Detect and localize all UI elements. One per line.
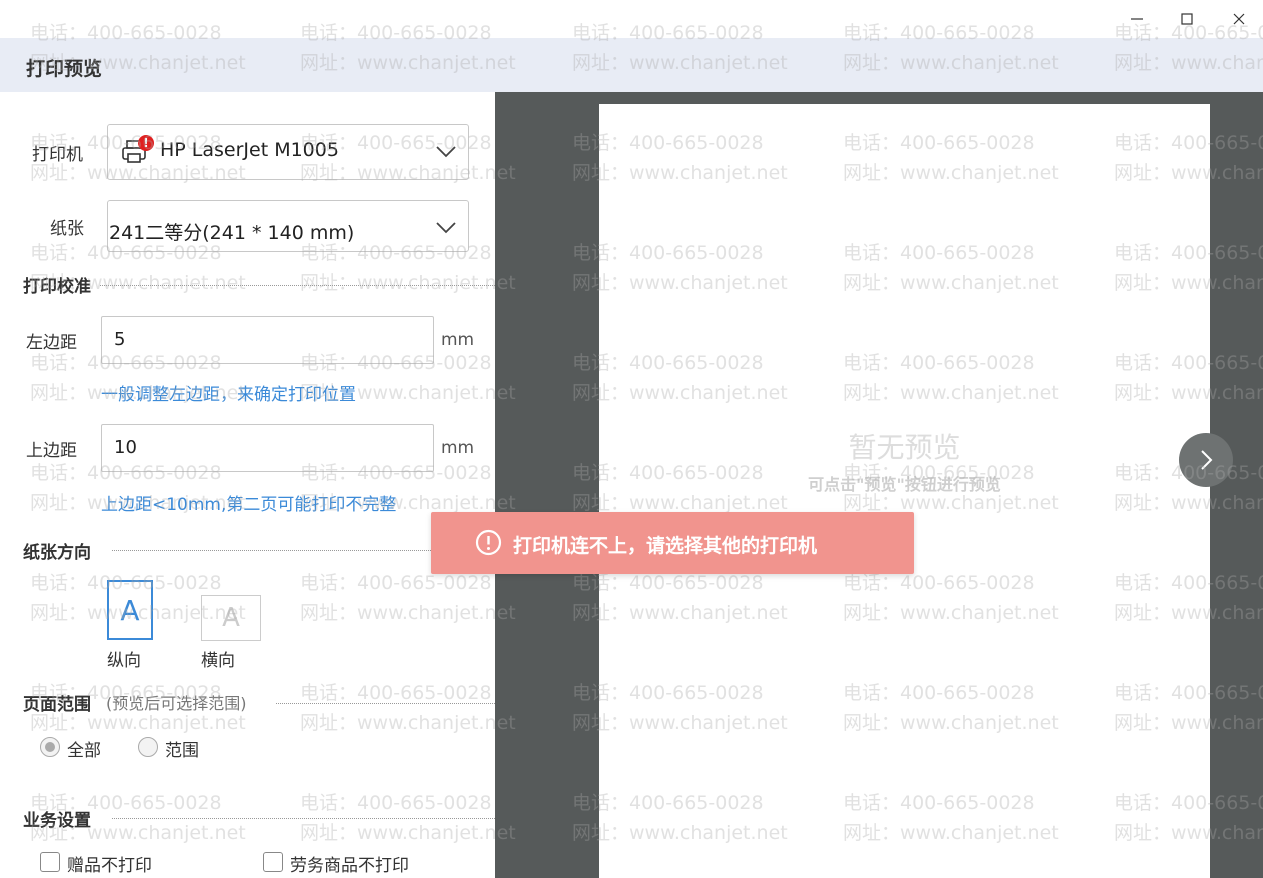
error-toast: 打印机连不上，请选择其他的打印机: [431, 512, 914, 574]
landscape-label: 横向: [201, 651, 235, 671]
section-divider: [100, 285, 495, 286]
top-margin-label: 上边距: [26, 441, 77, 461]
preview-panel: 暂无预览 可点击"预览"按钮进行预览: [495, 92, 1263, 878]
left-margin-input[interactable]: [101, 316, 434, 364]
page-range-section-title: 页面范围: [23, 695, 91, 715]
left-margin-label: 左边距: [26, 333, 77, 353]
radio-dot: [45, 742, 55, 752]
paper-label: 纸张: [50, 219, 84, 239]
gift-no-print-checkbox[interactable]: [40, 852, 60, 872]
next-page-button[interactable]: [1179, 433, 1233, 487]
range-custom-label: 范围: [165, 741, 199, 761]
service-no-print-label: 劳务商品不打印: [290, 856, 409, 876]
settings-panel: 打印机 ! HP LaserJet M1005 纸张 241二等分(241 * …: [0, 92, 495, 878]
range-custom-radio[interactable]: [138, 737, 158, 757]
left-margin-hint: 一般调整左边距，来确定打印位置: [101, 385, 356, 405]
landscape-glyph: A: [222, 603, 240, 633]
portrait-label: 纵向: [107, 651, 141, 671]
alert-circle-icon: [475, 529, 502, 556]
service-no-print-checkbox[interactable]: [263, 852, 283, 872]
top-margin-unit: mm: [441, 438, 475, 458]
printer-error-badge: !: [138, 135, 154, 151]
page-title: 打印预览: [26, 58, 103, 80]
empty-preview-title: 暂无预览: [848, 431, 961, 464]
printer-value: HP LaserJet M1005: [160, 139, 339, 161]
empty-preview-hint: 可点击"预览"按钮进行预览: [808, 475, 1001, 494]
range-all-radio[interactable]: [40, 737, 60, 757]
section-divider: [276, 703, 495, 704]
preview-page: 暂无预览 可点击"预览"按钮进行预览: [599, 104, 1210, 878]
page-range-note: (预览后可选择范围): [106, 694, 247, 713]
close-icon: [1233, 13, 1245, 25]
dialog-header: 打印预览: [0, 38, 1263, 92]
portrait-glyph: A: [120, 593, 140, 627]
maximize-icon: [1181, 13, 1193, 25]
chevron-down-icon: [436, 146, 456, 158]
minimize-icon: [1131, 18, 1143, 20]
top-margin-input[interactable]: [101, 424, 434, 472]
orientation-section-title: 纸张方向: [23, 543, 91, 563]
maximize-button[interactable]: [1172, 6, 1202, 32]
section-divider: [112, 818, 495, 819]
printer-label: 打印机: [32, 145, 83, 165]
printer-select[interactable]: ! HP LaserJet M1005: [107, 124, 469, 180]
landscape-option[interactable]: A: [201, 595, 261, 641]
minimize-button[interactable]: [1122, 6, 1152, 32]
top-margin-hint: 上边距<10mm,第二页可能打印不完整: [101, 495, 397, 515]
chevron-right-icon: [1201, 450, 1213, 470]
range-all-label: 全部: [67, 741, 101, 761]
chevron-down-icon: [436, 222, 456, 234]
gift-no-print-label: 赠品不打印: [67, 856, 152, 876]
business-section-title: 业务设置: [23, 811, 91, 831]
error-toast-message: 打印机连不上，请选择其他的打印机: [513, 535, 818, 557]
paper-select[interactable]: 241二等分(241 * 140 mm): [107, 200, 469, 252]
portrait-option[interactable]: A: [107, 580, 153, 640]
close-button[interactable]: [1224, 6, 1254, 32]
left-margin-field[interactable]: [114, 329, 414, 350]
paper-value: 241二等分(241 * 140 mm): [109, 222, 355, 244]
top-margin-field[interactable]: [114, 437, 414, 458]
calibration-section-title: 打印校准: [23, 277, 91, 297]
left-margin-unit: mm: [441, 330, 475, 350]
window-titlebar: [0, 0, 1263, 38]
